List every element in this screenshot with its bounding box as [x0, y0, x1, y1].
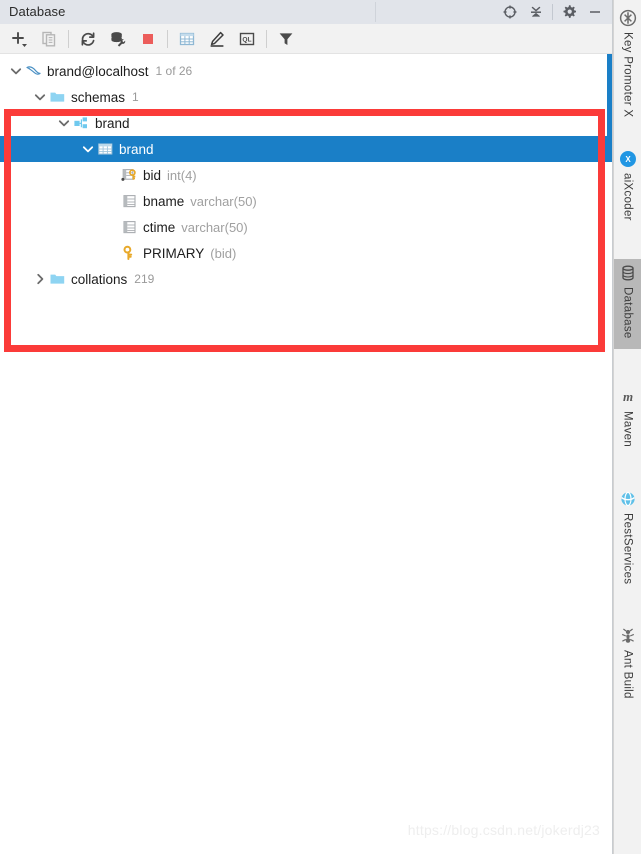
tree-vertical-scrollbar[interactable]: [607, 54, 612, 854]
svg-text:QL: QL: [242, 36, 251, 43]
column-icon: [120, 219, 138, 235]
tree-node-datatype: varchar(50): [190, 193, 257, 209]
copy-icon[interactable]: [34, 26, 64, 52]
sidebar-tab-database[interactable]: Database: [613, 259, 641, 349]
tool-window-header: Database: [0, 0, 612, 24]
jump-to-table-icon[interactable]: [172, 26, 202, 52]
main-panel: Database QL brand@localhost 1 of 26 sche…: [0, 0, 613, 854]
sidebar-tab-label: Ant Build: [621, 650, 634, 699]
chevron-right-icon[interactable]: [32, 271, 48, 287]
refresh-icon[interactable]: [73, 26, 103, 52]
chevron-down-icon[interactable]: [80, 141, 96, 157]
svg-text:m: m: [622, 389, 632, 404]
scroll-from-source-icon[interactable]: [497, 1, 523, 23]
sidebar-tab-key-promoter-x[interactable]: Key Promoter X: [614, 4, 641, 127]
primary-key-column-icon: [120, 167, 138, 183]
tree-node-label: PRIMARY: [143, 245, 205, 261]
tree-node-key-primary[interactable]: PRIMARY (bid): [0, 240, 612, 266]
filter-icon[interactable]: [271, 26, 301, 52]
database-tools-icon[interactable]: [103, 26, 133, 52]
tree-node-column-ctime[interactable]: ctime varchar(50): [0, 214, 612, 240]
tree-node-datatype: varchar(50): [181, 219, 248, 235]
tree-node-label: brand: [95, 115, 130, 131]
table-icon: [96, 141, 114, 157]
watermark-text: https://blog.csdn.net/jokerdj23: [407, 822, 600, 838]
sidebar-tab-label: Key Promoter X: [621, 32, 634, 118]
mysql-dolphin-icon: [24, 63, 42, 79]
hide-icon[interactable]: [582, 1, 608, 23]
tree-node-count: 1: [132, 90, 139, 104]
sidebar-tab-label: Maven: [621, 410, 634, 447]
tree-node-label: bname: [143, 193, 185, 209]
tree-node-datatype: int(4): [167, 167, 197, 183]
tree-node-datatype: (bid): [210, 245, 237, 261]
tree-node-schemas[interactable]: schemas 1: [0, 84, 612, 110]
chevron-down-icon[interactable]: [8, 63, 24, 79]
tree-node-column-bname[interactable]: bname varchar(50): [0, 188, 612, 214]
add-icon[interactable]: [4, 26, 34, 52]
chevron-down-icon[interactable]: [32, 89, 48, 105]
chevron-down-icon[interactable]: [56, 115, 72, 131]
tree-node-label: brand@localhost: [47, 63, 149, 79]
tree-scrollbar-thumb[interactable]: [607, 54, 612, 156]
tree-node-column-bid[interactable]: bid int(4): [0, 162, 612, 188]
database-tool-window: Database QL brand@localhost 1 of 26 sche…: [0, 0, 641, 854]
tree-node-collations[interactable]: collations 219: [0, 266, 612, 292]
tree-node-table-brand[interactable]: brand: [0, 136, 612, 162]
header-separator: [552, 4, 553, 20]
modify-icon[interactable]: [202, 26, 232, 52]
toolbar-separator: [167, 29, 168, 48]
header-divider: [375, 2, 376, 22]
sidebar-tab-aixcoder[interactable]: XaiXcoder: [614, 145, 641, 231]
svg-text:X: X: [625, 155, 631, 164]
sidebar-tab-label: Database: [621, 287, 634, 339]
sidebar-tab-label: aiXcoder: [621, 173, 634, 222]
collapse-all-icon[interactable]: [523, 1, 549, 23]
folder-icon: [48, 271, 66, 287]
settings-gear-icon[interactable]: [556, 1, 582, 23]
tool-window-title: Database: [9, 4, 66, 19]
sidebar-tab-label: RestServices: [621, 512, 634, 585]
sidebar-tab-ant-build[interactable]: Ant Build: [614, 622, 641, 709]
toolbar-separator: [266, 29, 267, 48]
database-tree: brand@localhost 1 of 26 schemas 1 brand brand…: [0, 54, 612, 292]
database-cylinder-icon: [618, 263, 638, 283]
header-action-group: [497, 0, 608, 24]
tree-node-count: 219: [134, 272, 155, 286]
tree-node-label: bid: [143, 167, 162, 183]
maven-icon: m: [618, 387, 638, 407]
database-toolbar: QL: [0, 24, 612, 54]
sidebar-tab-restservices[interactable]: RestServices: [614, 485, 641, 594]
schema-icon: [72, 115, 90, 131]
column-icon: [120, 193, 138, 209]
database-tree-panel: brand@localhost 1 of 26 schemas 1 brand brand…: [0, 54, 612, 854]
tree-node-label: schemas: [71, 89, 126, 105]
tree-node-label: collations: [71, 271, 128, 287]
tree-node-count: 1 of 26: [155, 64, 193, 78]
ant-icon: [618, 626, 638, 646]
data-source-brand-localhost[interactable]: brand@localhost 1 of 26: [0, 58, 612, 84]
tree-node-label: brand: [119, 141, 154, 157]
right-tool-sidebar: Key Promoter X XaiXcoder Database m Maven Res…: [613, 0, 641, 854]
toolbar-separator: [68, 29, 69, 48]
aixcoder-icon: X: [618, 149, 638, 169]
restservices-icon: [618, 489, 638, 509]
tree-node-label: ctime: [143, 219, 176, 235]
folder-icon: [48, 89, 66, 105]
stop-icon[interactable]: [133, 26, 163, 52]
key-icon: [120, 245, 138, 261]
query-console-icon[interactable]: QL: [232, 26, 262, 52]
key-promoter-icon: [618, 8, 638, 28]
sidebar-tab-maven[interactable]: m Maven: [614, 383, 641, 457]
tree-node-schema-brand[interactable]: brand: [0, 110, 612, 136]
